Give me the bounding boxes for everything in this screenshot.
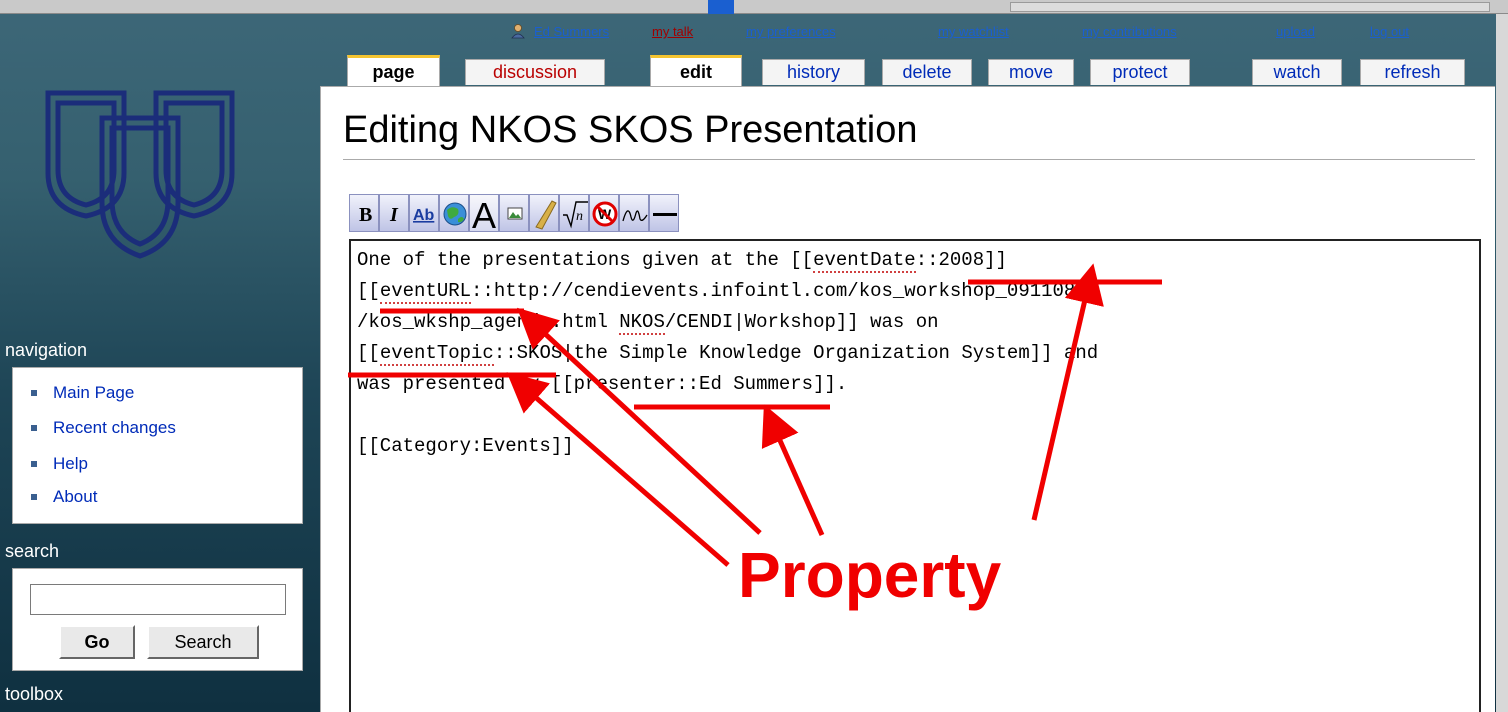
italic-icon[interactable]: I [379,194,409,232]
nkos-word: NKOS [619,311,665,335]
heading-divider [343,159,1475,160]
nav-about[interactable]: About [31,487,97,507]
nowiki-icon[interactable]: W [589,194,619,232]
internal-link-icon[interactable]: Ab [409,194,439,232]
media-icon[interactable] [529,194,559,232]
image-icon[interactable] [499,194,529,232]
pt-upload[interactable]: upload [1276,24,1315,39]
italic-glyph: I [389,204,399,226]
bold-glyph: B [359,204,372,226]
editor-line-5: was presented by [[presenter::Ed Summers… [357,373,848,395]
search-heading: search [5,541,60,561]
vertical-scrollbar[interactable] [1496,14,1508,712]
nav-label: Recent changes [53,418,176,437]
window-top-strip [0,0,1508,14]
horizontal-rule-icon[interactable] [649,194,679,232]
property-eventDate: eventDate [813,249,916,273]
content-area: Editing NKOS SKOS Presentation B I Ab A … [320,86,1495,712]
tab-history[interactable]: history [762,59,865,85]
tab-watch[interactable]: watch [1252,59,1342,85]
editor-line-4: [[eventTopic::SKOS|the Simple Knowledge … [357,342,1099,366]
editor-line-7: [[Category:Events]] [357,435,574,457]
site-logo[interactable] [40,78,240,263]
page-title: Editing NKOS SKOS Presentation [343,109,918,151]
signature-icon[interactable] [619,194,649,232]
nav-main-page[interactable]: Main Page [31,383,134,403]
pt-userpage[interactable]: Ed Summers [534,24,609,39]
tab-page[interactable]: page [347,55,440,86]
pt-mycontris[interactable]: my contributions [1082,24,1177,39]
bullet-icon [31,425,37,431]
nav-label: Main Page [53,383,135,402]
property-annotation-label: Property [738,539,1002,611]
pt-preferences[interactable]: my preferences [746,24,836,39]
editor-line-3: /kos_wkshp_agenda.html NKOS/CENDI|Worksh… [357,311,939,335]
pt-mytalk[interactable]: my talk [652,24,693,39]
headline-glyph: A [472,195,496,233]
headline-icon[interactable]: A [469,194,499,233]
property-eventTopic: eventTopic [379,342,494,366]
tab-delete[interactable]: delete [882,59,972,85]
navigation-heading: navigation [5,340,88,360]
editor-line-2: [[eventURL::http://cendievents.infointl.… [357,280,1076,304]
pt-watchlist[interactable]: my watchlist [938,24,1009,39]
bold-icon[interactable]: B [349,194,379,232]
nav-help[interactable]: Help [31,454,88,474]
user-icon [511,24,525,39]
search-input[interactable] [30,584,286,615]
nav-recent-changes[interactable]: Recent changes [31,418,176,438]
title-fragment [708,0,734,14]
tab-protect[interactable]: protect [1090,59,1190,85]
tab-edit[interactable]: edit [650,55,742,86]
bullet-icon [31,461,37,467]
pt-logout[interactable]: log out [1370,24,1409,39]
search-portlet: Go Search [12,568,303,671]
tab-refresh[interactable]: refresh [1360,59,1465,85]
go-button[interactable]: Go [59,625,135,659]
editor-line-1: One of the presentations given at the [[… [357,249,1007,273]
navigation-portlet: Main Page Recent changes Help About [12,367,303,524]
math-icon[interactable]: n [559,194,589,232]
search-button[interactable]: Search [147,625,259,659]
tab-discussion[interactable]: discussion [465,59,605,85]
title-bar-segment [1010,2,1490,12]
edit-textarea[interactable]: One of the presentations given at the [[… [349,239,1481,712]
svg-text:n: n [576,209,583,224]
property-eventURL: eventURL [379,280,472,304]
nav-label: About [53,487,98,506]
external-link-icon[interactable] [439,194,469,232]
toolbox-heading: toolbox [5,684,64,704]
tab-move[interactable]: move [988,59,1074,85]
bullet-icon [31,494,37,500]
bullet-icon [31,390,37,396]
link-glyph: Ab [413,207,435,224]
nav-label: Help [53,454,88,473]
